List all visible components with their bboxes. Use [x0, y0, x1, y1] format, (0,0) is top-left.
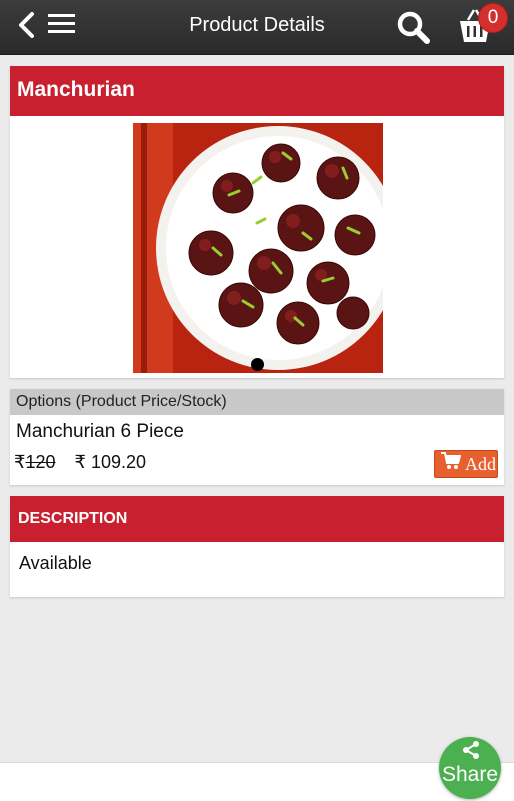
add-button-label: Add [465, 454, 496, 474]
top-app-bar: Product Details 0 [0, 0, 514, 55]
bottom-bar [0, 762, 514, 801]
share-label: Share [441, 763, 499, 786]
options-header: Options (Product Price/Stock) [10, 389, 504, 415]
product-card: Manchurian [10, 66, 504, 378]
share-icon [461, 740, 481, 765]
options-card: Options (Product Price/Stock) Manchurian… [10, 389, 504, 485]
product-image[interactable] [133, 123, 400, 373]
description-card: DESCRIPTION Available [10, 496, 504, 597]
page-title: Product Details [189, 14, 325, 36]
search-icon[interactable] [396, 10, 432, 46]
option-name: Manchurian 6 Piece [16, 421, 184, 442]
old-price: 120 [25, 452, 56, 472]
currency-symbol: ₹ [14, 452, 26, 472]
new-price: ₹ 109.20 [74, 452, 147, 472]
share-button[interactable]: Share [439, 737, 501, 799]
description-text: Available [19, 553, 92, 573]
product-name: Manchurian [10, 66, 504, 116]
description-header: DESCRIPTION [10, 496, 504, 542]
cart-count-badge: 0 [478, 3, 508, 33]
add-to-cart-button[interactable]: Add [434, 450, 498, 478]
price-row: ₹120 ₹ 109.20 [14, 452, 146, 473]
cart-icon [441, 450, 462, 478]
carousel-dot[interactable] [251, 358, 264, 371]
